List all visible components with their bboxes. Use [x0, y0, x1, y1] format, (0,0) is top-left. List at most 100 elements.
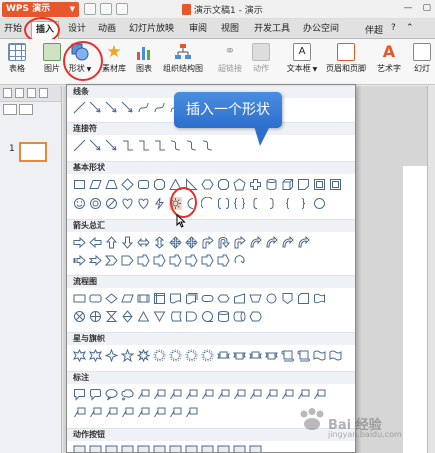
preview-icon[interactable] — [39, 88, 48, 98]
shape-btn-icon[interactable] — [137, 444, 150, 452]
shape-oct-icon[interactable] — [217, 178, 230, 191]
shape-curve-conn-icon[interactable] — [185, 139, 198, 152]
shape-direct-access-icon[interactable] — [233, 310, 246, 323]
shape-wave-icon[interactable] — [313, 349, 326, 362]
shape-arr-striped-icon[interactable] — [73, 254, 86, 267]
material-library-button[interactable]: ★ 素材库 — [99, 43, 129, 74]
shape-smile-icon[interactable] — [73, 197, 86, 210]
shape-btn-icon[interactable] — [121, 444, 134, 452]
chevron-up-icon[interactable]: ⌃ — [406, 23, 414, 33]
shape-arr-u-icon[interactable] — [105, 236, 118, 249]
shape-btn-icon[interactable] — [201, 444, 214, 452]
shape-line-callout-icon[interactable] — [137, 388, 150, 401]
org-chart-button[interactable]: 组织结构图 — [160, 43, 206, 74]
shape-line-callout-icon[interactable] — [169, 406, 182, 419]
shape-tri-icon[interactable] — [169, 178, 182, 191]
shape-arr-notch-icon[interactable] — [89, 254, 102, 267]
shape-manual-input-icon[interactable] — [233, 292, 246, 305]
shape-line-callout-icon[interactable] — [217, 388, 230, 401]
tab-view[interactable]: 视图 — [221, 22, 239, 38]
shape-scroll-icon[interactable] — [297, 349, 310, 362]
shape-process-icon[interactable] — [73, 292, 86, 305]
shape-oval-callout-icon[interactable] — [105, 388, 118, 401]
shape-line-callout-icon[interactable] — [249, 388, 262, 401]
print-icon[interactable] — [27, 88, 36, 98]
shape-btn-icon[interactable] — [217, 444, 230, 452]
shape-line-callout-icon[interactable] — [281, 388, 294, 401]
shape-explosion-icon[interactable] — [73, 349, 86, 362]
textbox-button[interactable]: A 文本框 ▼ — [284, 43, 320, 74]
shape-curve-icon[interactable] — [137, 101, 150, 114]
shape-circle-icon[interactable] — [313, 197, 326, 210]
shape-display-icon[interactable] — [249, 310, 262, 323]
shape-offpage-icon[interactable] — [281, 292, 294, 305]
shape-star5-icon[interactable] — [121, 349, 134, 362]
shape-line-callout-icon[interactable] — [153, 406, 166, 419]
shape-bolt-icon[interactable] — [153, 197, 166, 210]
redo-icon[interactable] — [116, 3, 128, 15]
shape-cross-icon[interactable] — [249, 178, 262, 191]
shape-no-sym-icon[interactable] — [105, 197, 118, 210]
shape-sun-icon[interactable] — [169, 197, 182, 210]
shape-line-callout-icon[interactable] — [137, 406, 150, 419]
shape-summing-icon[interactable] — [73, 310, 86, 323]
shape-seal-icon[interactable] — [201, 349, 214, 362]
shape-hex-icon[interactable] — [201, 178, 214, 191]
shape-line-callout-icon[interactable] — [201, 388, 214, 401]
chart-button[interactable]: 图表 — [133, 43, 155, 74]
action-button[interactable]: 动作 — [250, 43, 272, 74]
shape-arrow-line-icon[interactable] — [89, 101, 102, 114]
shapes-button[interactable]: 形状 ▼ — [64, 43, 96, 74]
shape-cube-icon[interactable] — [281, 178, 294, 191]
shape-arc-icon[interactable] — [201, 197, 214, 210]
shape-arr-bent-icon[interactable] — [233, 236, 246, 249]
shape-ribbon-down-icon[interactable] — [233, 349, 246, 362]
hyperlink-button[interactable]: ⚭ 超链接 — [215, 43, 245, 74]
tab-insert[interactable]: 插入 — [31, 21, 60, 39]
shape-delay-icon[interactable] — [185, 310, 198, 323]
shape-line-callout-icon[interactable] — [185, 388, 198, 401]
shape-line-callout-icon[interactable] — [105, 406, 118, 419]
shape-rrect-callout-icon[interactable] — [89, 388, 102, 401]
shape-seal-icon[interactable] — [153, 349, 166, 362]
table-button[interactable]: 表格 — [4, 43, 30, 74]
header-footer-button[interactable]: 页眉和页脚 — [323, 43, 369, 74]
shape-btn-icon[interactable] — [249, 444, 262, 452]
shape-arr-d-icon[interactable] — [121, 236, 134, 249]
shape-terminator-icon[interactable] — [201, 292, 214, 305]
shape-rect-callout-icon[interactable] — [73, 388, 86, 401]
shape-arr-quad-icon[interactable] — [185, 236, 198, 249]
shape-star4-icon[interactable] — [105, 349, 118, 362]
shape-line-callout-icon[interactable] — [265, 388, 278, 401]
shape-heart-icon[interactable] — [121, 197, 134, 210]
shape-lbrace-icon[interactable] — [281, 197, 294, 210]
shape-sort-icon[interactable] — [121, 310, 134, 323]
shape-preparation-icon[interactable] — [217, 292, 230, 305]
shape-predefined-icon[interactable] — [137, 292, 150, 305]
shape-oct-icon[interactable] — [153, 178, 166, 191]
shape-extract-icon[interactable] — [137, 310, 150, 323]
shape-elbow-icon[interactable] — [153, 139, 166, 152]
shape-rbrace-icon[interactable] — [297, 197, 310, 210]
shape-circ-arr-icon[interactable] — [233, 254, 246, 267]
tab-slideshow[interactable]: 幻灯片放映 — [129, 22, 174, 38]
undo-icon[interactable] — [100, 3, 112, 15]
slide-thumbnail[interactable] — [19, 142, 47, 162]
tab-office-space[interactable]: 办公空间 — [303, 22, 339, 38]
picture-button[interactable]: 图片 — [42, 43, 62, 74]
tab-design[interactable]: 设计 — [68, 22, 86, 38]
shape-internal-icon[interactable] — [153, 292, 166, 305]
shape-alt-process-icon[interactable] — [89, 292, 102, 305]
shape-elbow-icon[interactable] — [121, 139, 134, 152]
shape-arrow-line-icon[interactable] — [121, 101, 134, 114]
shape-scroll-icon[interactable] — [281, 349, 294, 362]
shape-callout-arr-icon[interactable] — [169, 254, 182, 267]
shape-pent-icon[interactable] — [233, 178, 246, 191]
shape-manual-op-icon[interactable] — [249, 292, 262, 305]
shape-curve-conn-icon[interactable] — [169, 139, 182, 152]
help-icon[interactable]: ? — [391, 23, 396, 33]
shape-seq-storage-icon[interactable] — [201, 310, 214, 323]
shape-card-icon[interactable] — [297, 292, 310, 305]
shape-ribbon-down-icon[interactable] — [265, 349, 278, 362]
shape-brace-pair-icon[interactable] — [233, 197, 246, 210]
